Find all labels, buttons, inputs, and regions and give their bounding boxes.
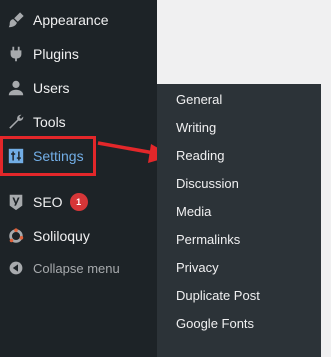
menu-item-label: SEO bbox=[33, 194, 63, 210]
menu-item-users[interactable]: Users bbox=[0, 74, 157, 102]
menu-item-plugins[interactable]: Plugins bbox=[0, 40, 157, 68]
menu-item-label: Collapse menu bbox=[33, 260, 120, 276]
menu-item-label: Appearance bbox=[33, 12, 109, 28]
settings-highlight-box bbox=[0, 136, 96, 176]
submenu-item-permalinks[interactable]: Permalinks bbox=[176, 230, 240, 250]
collapse-arrow-icon bbox=[6, 258, 26, 278]
submenu-item-privacy[interactable]: Privacy bbox=[176, 258, 219, 278]
soliloquy-icon bbox=[6, 226, 26, 246]
admin-sidebar: Appearance Plugins Users Tools Settings … bbox=[0, 0, 157, 357]
plugin-icon bbox=[6, 44, 26, 64]
user-icon bbox=[6, 78, 26, 98]
menu-item-tools[interactable]: Tools bbox=[0, 108, 157, 136]
submenu-item-duplicate-post[interactable]: Duplicate Post bbox=[176, 286, 260, 306]
submenu-item-reading[interactable]: Reading bbox=[176, 146, 224, 166]
submenu-item-general[interactable]: General bbox=[176, 90, 222, 110]
menu-item-label: Users bbox=[33, 80, 70, 96]
paintbrush-icon bbox=[6, 10, 26, 30]
notification-badge: 1 bbox=[69, 193, 88, 211]
collapse-menu-button[interactable]: Collapse menu bbox=[0, 254, 157, 282]
wrench-icon bbox=[6, 112, 26, 132]
menu-item-label: Plugins bbox=[33, 46, 79, 62]
submenu-item-discussion[interactable]: Discussion bbox=[176, 174, 239, 194]
submenu-item-writing[interactable]: Writing bbox=[176, 118, 216, 138]
menu-item-seo[interactable]: SEO 1 bbox=[0, 188, 157, 216]
menu-item-label: Soliloquy bbox=[33, 228, 90, 244]
yoast-icon bbox=[6, 192, 26, 212]
menu-item-appearance[interactable]: Appearance bbox=[0, 6, 157, 34]
menu-item-label: Tools bbox=[33, 114, 66, 130]
submenu-item-media[interactable]: Media bbox=[176, 202, 211, 222]
menu-item-soliloquy[interactable]: Soliloquy bbox=[0, 222, 157, 250]
settings-submenu: General Writing Reading Discussion Media… bbox=[157, 84, 321, 357]
submenu-item-google-fonts[interactable]: Google Fonts bbox=[176, 314, 254, 334]
